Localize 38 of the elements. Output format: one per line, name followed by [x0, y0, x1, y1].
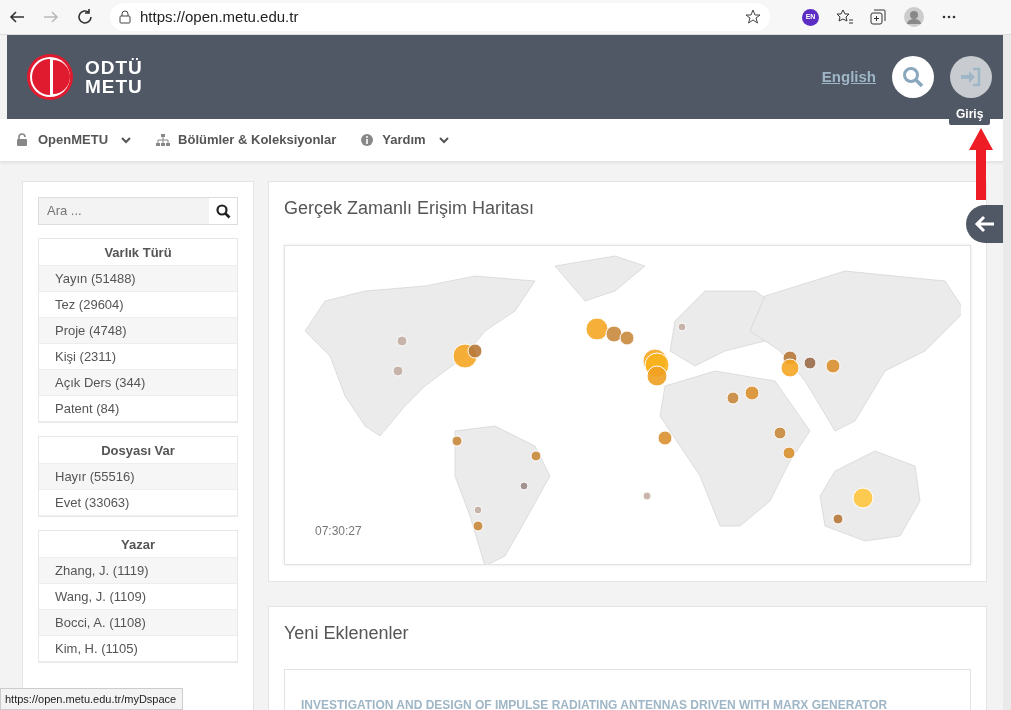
scrollbar[interactable] [1003, 35, 1011, 710]
address-bar[interactable]: https://open.metu.edu.tr [110, 3, 770, 31]
collections-icon[interactable] [869, 8, 887, 26]
nav-menu-item[interactable]: OpenMETU [16, 130, 133, 150]
logo-text: ODTÜ [85, 58, 143, 77]
login-button[interactable] [950, 56, 992, 98]
logo-text: METU [85, 77, 143, 96]
lock-icon [118, 10, 132, 24]
nav-menu-item[interactable]: Bölümler & Koleksiyonlar [156, 130, 337, 150]
arrow-drawing [968, 128, 994, 200]
info-icon [360, 133, 375, 147]
search-button[interactable] [892, 56, 934, 98]
facet-item[interactable]: Bocci, A. (1108) [39, 610, 237, 636]
facet-item[interactable]: Hayır (55516) [39, 464, 237, 490]
back-arrow-icon [973, 214, 996, 234]
facet-item[interactable]: Zhang, J. (1119) [39, 558, 237, 584]
star-icon[interactable] [744, 8, 762, 26]
facet-item[interactable]: Patent (84) [39, 396, 237, 422]
url-text: https://open.metu.edu.tr [140, 6, 300, 27]
login-icon [960, 67, 982, 87]
facet-item[interactable]: Evet (33063) [39, 490, 237, 516]
facet-item[interactable]: Proje (4748) [39, 318, 237, 344]
status-bar-url: https://open.metu.edu.tr/myDspace [0, 687, 184, 710]
search-field[interactable]: Ara ... [38, 197, 238, 225]
facet-item[interactable]: Açık Ders (344) [39, 370, 237, 396]
lock-icon [16, 133, 30, 147]
search-icon [215, 203, 231, 219]
facet-item[interactable]: Kim, H. (1105) [39, 636, 237, 662]
reload-icon[interactable] [76, 8, 94, 26]
clock-text: 07:30:27 [315, 522, 362, 540]
favorites-icon[interactable] [835, 8, 853, 26]
facet-item[interactable]: Yayın (51488) [39, 266, 237, 292]
sitemap-icon [156, 133, 171, 147]
profile-icon[interactable] [903, 6, 925, 28]
search-icon [902, 66, 924, 88]
section-title: Yeni Eklenenler [284, 622, 410, 645]
nav-menu-item[interactable]: Yardım [360, 130, 450, 150]
section-title: Gerçek Zamanlı Erişim Haritası [284, 198, 536, 220]
